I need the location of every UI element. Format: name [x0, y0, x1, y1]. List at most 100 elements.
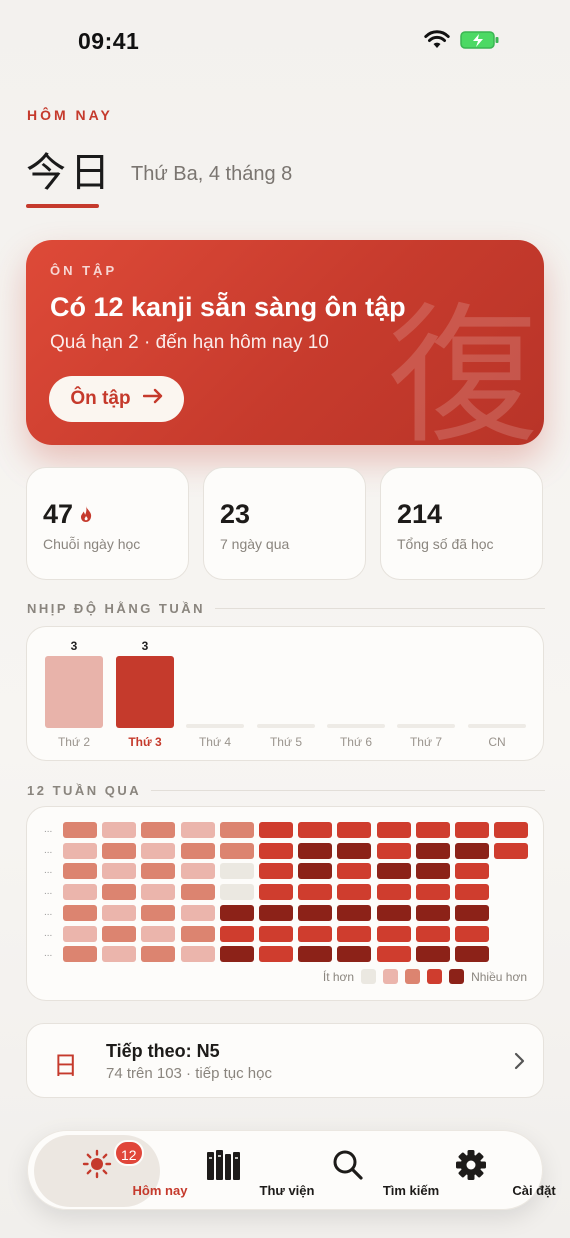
- legend-swatch-3: [405, 969, 421, 984]
- today-date: Thứ Ba, 4 tháng 8: [131, 163, 293, 185]
- next-level-subtitle: 74 trên 103 · tiếp tục học: [106, 1065, 272, 1082]
- weekday-bar: [468, 724, 526, 728]
- heatmap-cell: [455, 842, 489, 859]
- heatmap-cell: [376, 842, 411, 859]
- today-eyebrow: HÔM NAY: [27, 107, 113, 123]
- heatmap-cell: [63, 822, 97, 838]
- heatmap-cell: [102, 904, 137, 921]
- heatmap-cell: [415, 863, 450, 880]
- heatmap-cell: [298, 863, 333, 880]
- heatmap-cell: [455, 884, 489, 901]
- streak-value: 47: [43, 499, 74, 529]
- gear-icon: [455, 1149, 487, 1186]
- heatmap-cell: [63, 842, 97, 859]
- heatmap-cell: [415, 884, 450, 901]
- review-card[interactable]: 復 ÔN TẬP Có 12 kanji sẵn sàng ôn tập Quá…: [26, 240, 544, 445]
- tab-settings[interactable]: Cài đặt: [408, 1135, 556, 1207]
- next-level-card[interactable]: 日 Tiếp theo: N5 74 trên 103 · tiếp tục h…: [26, 1023, 544, 1098]
- heatmap-cell: [259, 904, 293, 921]
- heatmap-cell: [63, 863, 97, 880]
- weekday-count: 3: [141, 639, 149, 653]
- review-subtitle: Quá hạn 2 · đến hạn hôm nay 10: [50, 332, 329, 353]
- heatmap-cell: [63, 925, 97, 942]
- streak-label: Chuỗi ngày học: [43, 536, 141, 552]
- chevron-right-icon: [513, 1052, 525, 1075]
- heatmap-cell: [415, 925, 450, 942]
- heatmap-cell: [298, 842, 333, 859]
- heatmap-cell: [455, 946, 489, 963]
- flame-icon: [79, 499, 93, 530]
- weekly-chart-card: 3 Thứ 2 3 Thứ 3 Thứ 4 Thứ 5 Thứ 6 Thứ 7 CN: [26, 626, 544, 761]
- weekday-label: Thứ 4: [198, 735, 232, 749]
- heatmap-cell: [259, 925, 293, 942]
- weekday-column: CN: [467, 627, 527, 762]
- heatmap-cell: [259, 822, 293, 838]
- heatmap-row-label: ...: [44, 886, 53, 898]
- status-time: 09:41: [78, 28, 140, 54]
- tab-library[interactable]: Thư viện: [161, 1135, 314, 1207]
- heatmap-cell: [494, 822, 529, 838]
- heatmap-cell: [259, 884, 293, 901]
- weekday-label: Thứ 5: [269, 735, 303, 749]
- weekday-label: Thứ 2: [57, 735, 91, 749]
- weekday-column: Thứ 7: [396, 627, 456, 762]
- tab-search[interactable]: Tìm kiếm: [285, 1135, 439, 1207]
- tab-settings-label: Cài đặt: [512, 1183, 556, 1198]
- heatmap-title: 12 TUẦN QUA: [27, 783, 142, 798]
- weekday-bar: [116, 656, 174, 728]
- heatmap-cell: [141, 925, 176, 942]
- heatmap-cell: [376, 946, 411, 963]
- heatmap-row-label: ...: [44, 865, 53, 877]
- total-value: 214: [397, 499, 443, 529]
- heatmap-cell: [141, 842, 176, 859]
- heatmap-cell: [102, 822, 137, 838]
- heatmap-cell: [219, 946, 254, 963]
- heatmap-cell: [180, 842, 215, 859]
- weekday-label: CN: [488, 735, 506, 749]
- heatmap-cell: [63, 884, 97, 901]
- heatmap-cell: [180, 946, 215, 963]
- battery-charging-icon: [460, 30, 500, 55]
- heatmap-cell: [102, 925, 137, 942]
- heatmap-cell: [102, 884, 137, 901]
- heatmap-cell: [102, 946, 137, 963]
- weekday-bar: [327, 724, 385, 728]
- heatmap-cell: [415, 904, 450, 921]
- heatmap-cell: [337, 842, 372, 859]
- heatmap-cell: [298, 884, 333, 901]
- status-bar: 09:41: [0, 0, 570, 80]
- heatmap-cell: [455, 863, 489, 880]
- weekly-section-label: NHỊP ĐỘ HẰNG TUẦN: [27, 601, 545, 616]
- heatmap-cell: [415, 822, 450, 838]
- heatmap-cell: [376, 822, 411, 838]
- heatmap-cell: [455, 822, 489, 838]
- total-label: Tổng số đã học: [397, 536, 494, 552]
- next-level-kanji: 日: [53, 1051, 79, 1080]
- heatmap-cell: [180, 884, 215, 901]
- heatmap-cell: [455, 904, 489, 921]
- heatmap-cell: [259, 863, 293, 880]
- heatmap-row-label: ...: [44, 948, 53, 960]
- tab-today[interactable]: 12 Hôm nay: [34, 1135, 187, 1207]
- heatmap-cell: [141, 946, 176, 963]
- weekday-column: Thứ 6: [326, 627, 386, 762]
- review-watermark-kanji: 復: [388, 290, 539, 445]
- heatmap-cell: [494, 842, 529, 859]
- heatmap-cell: [337, 884, 372, 901]
- heatmap-cell: [180, 822, 215, 838]
- start-review-label: Ôn tập: [70, 388, 131, 409]
- weekday-bar: [397, 724, 455, 728]
- heatmap-cell: [219, 822, 254, 838]
- wifi-icon: [424, 30, 450, 55]
- start-review-button[interactable]: Ôn tập: [49, 376, 184, 422]
- status-icons: [424, 30, 500, 55]
- weekday-label: Thứ 6: [339, 735, 373, 749]
- heatmap-cell: [298, 925, 333, 942]
- heatmap-cell: [102, 863, 137, 880]
- sun-icon: [82, 1149, 112, 1184]
- heatmap-row-label: ...: [44, 927, 53, 939]
- weekday-column: 3 Thứ 2: [44, 627, 104, 762]
- legend-less-label: Ít hơn: [322, 969, 355, 984]
- week-value: 23: [220, 499, 251, 529]
- legend-swatch-4: [427, 969, 443, 984]
